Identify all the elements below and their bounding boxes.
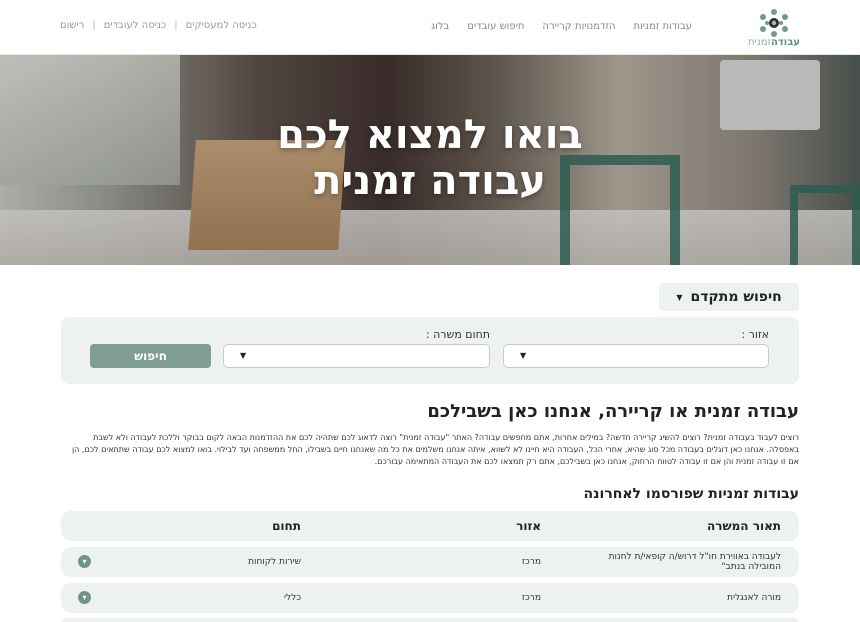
logo-text-bold: עבודה xyxy=(771,37,800,48)
separator: | xyxy=(92,20,96,31)
nav-item-find-workers[interactable]: חיפוש עובדים xyxy=(467,21,524,32)
header-field: תחום xyxy=(272,519,301,533)
intro-text: רוצים לעבוד בעבודה זמנית? רוצים להשיג קר… xyxy=(71,433,799,466)
chevron-down-icon[interactable]: ▾ xyxy=(78,591,91,604)
nav-item-career[interactable]: הזדמנויות קריירה xyxy=(542,21,615,32)
hero-title-line2: עבודה זמנית xyxy=(314,158,546,204)
job-area: מרכז xyxy=(521,593,541,603)
site-logo[interactable]: עבודהזמנית xyxy=(748,8,800,50)
register-link[interactable]: רישום xyxy=(60,20,84,31)
caret-down-icon: ▼ xyxy=(676,292,683,302)
advanced-search-label: חיפוש מתקדם xyxy=(690,289,782,305)
field-select[interactable]: ▼ xyxy=(223,344,490,368)
header-description: תאור המשרה xyxy=(707,519,781,533)
auth-links: כניסה למעסיקים | כניסה לעובדים | רישום xyxy=(60,20,257,31)
hero-title-line1: בואו למצוא לכם xyxy=(277,112,583,158)
caret-down-icon: ▼ xyxy=(240,351,247,360)
employers-login-link[interactable]: כניסה למעסיקים xyxy=(186,20,257,31)
field-label: תחום משרה : xyxy=(425,328,490,341)
advanced-search-toggle[interactable]: חיפוש מתקדם ▼ xyxy=(659,283,799,311)
job-area: מרכז xyxy=(521,557,541,567)
job-field: כללי xyxy=(283,593,301,603)
hero-banner: בואו למצוא לכם עבודה זמנית xyxy=(0,55,860,265)
recent-jobs-title: עבודות זמניות שפורסמו לאחרונה xyxy=(583,486,799,502)
caret-down-icon: ▼ xyxy=(520,351,527,360)
chevron-down-icon[interactable]: ▾ xyxy=(78,555,91,568)
table-row[interactable]: מורה לאנגלית מרכז כללי ▾ xyxy=(61,583,799,613)
job-description: מורה לאנגלית xyxy=(727,593,781,603)
job-field: שירות לקוחות xyxy=(248,557,301,567)
jobs-table-header: תאור המשרה אזור תחום xyxy=(61,511,799,541)
search-panel: אזור : ▼ תחום משרה : ▼ חיפוש xyxy=(61,317,799,384)
hero-title: בואו למצוא לכם עבודה זמנית xyxy=(0,112,860,204)
area-select[interactable]: ▼ xyxy=(503,344,769,368)
header-area: אזור xyxy=(516,519,541,533)
main-nav: עבודות זמניות הזדמנויות קריירה חיפוש עוב… xyxy=(431,21,692,32)
table-row[interactable] xyxy=(61,618,799,622)
logo-text-light: זמנית xyxy=(747,37,772,48)
workers-login-link[interactable]: כניסה לעובדים xyxy=(104,20,167,31)
nav-item-blog[interactable]: בלוג xyxy=(431,21,449,32)
table-row[interactable]: לעבודה באווירת חו"ל דרוש/ה קופאי/ת לחנות… xyxy=(61,547,799,577)
site-header: עבודהזמנית עבודות זמניות הזדמנויות קרייר… xyxy=(0,0,860,55)
intro-title: עבודה זמנית או קריירה, אנחנו כאן בשבילכם xyxy=(427,401,799,422)
area-label: אזור : xyxy=(741,328,769,341)
search-button[interactable]: חיפוש xyxy=(90,344,211,368)
logo-flower-icon xyxy=(760,9,788,37)
nav-item-temp-jobs[interactable]: עבודות זמניות xyxy=(634,21,693,32)
job-description: לעבודה באווירת חו"ל דרוש/ה קופאי/ת לחנות… xyxy=(608,552,781,572)
separator: | xyxy=(174,20,178,31)
